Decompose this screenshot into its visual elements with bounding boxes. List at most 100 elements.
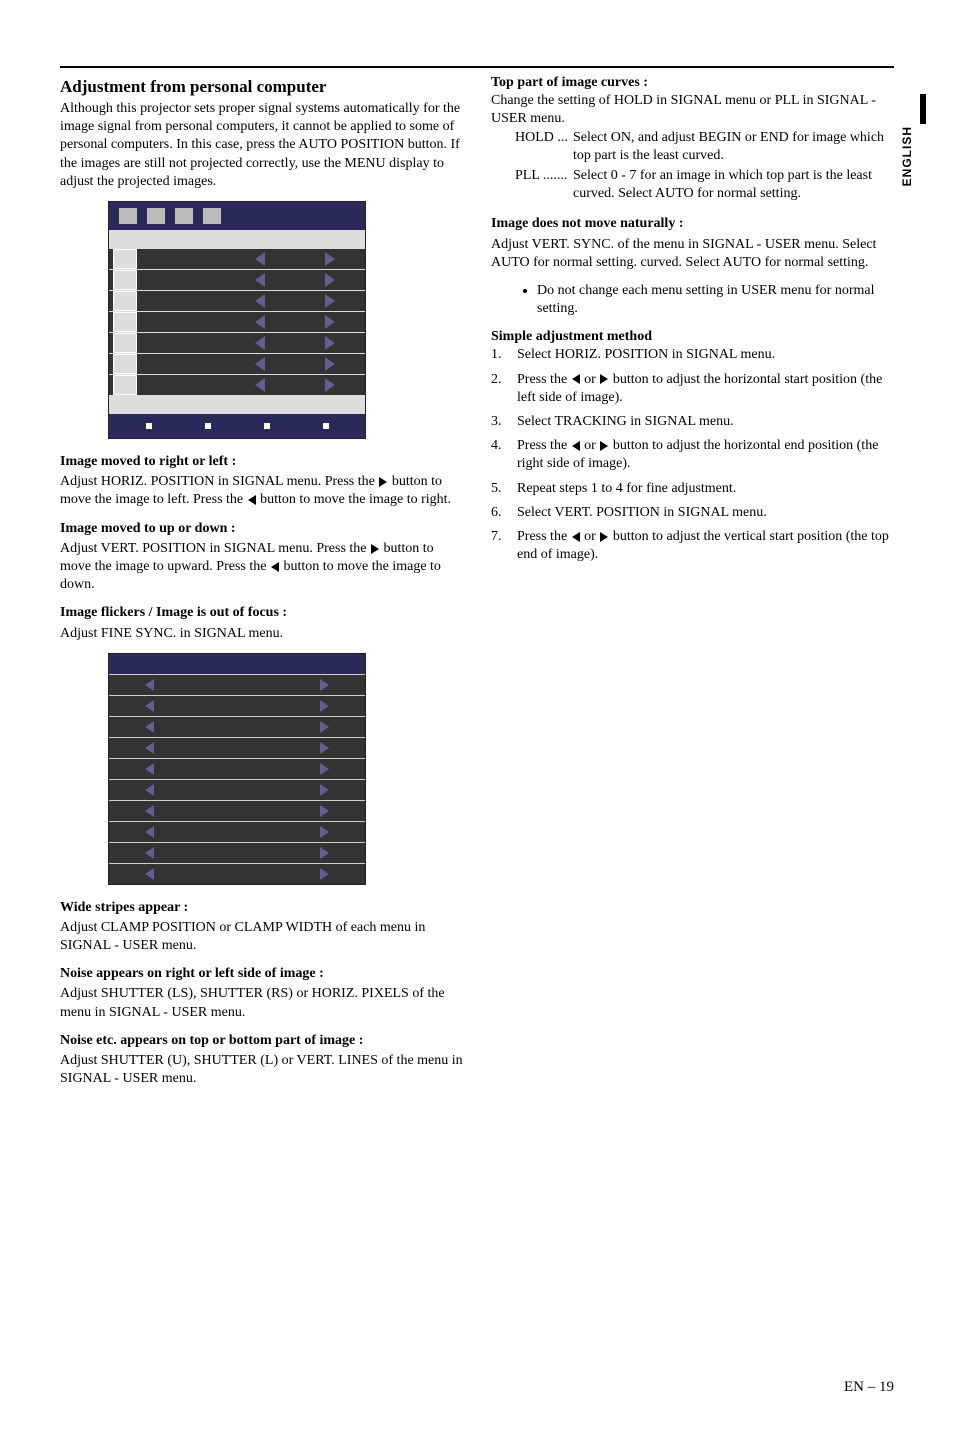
subsection-body: Adjust SHUTTER (U), SHUTTER (L) or VERT.… bbox=[60, 1052, 463, 1088]
menu-row-icon bbox=[113, 249, 137, 269]
right-arrow-icon bbox=[320, 763, 329, 775]
right-arrow-icon bbox=[320, 742, 329, 754]
right-arrow-icon bbox=[320, 784, 329, 796]
language-label: ENGLISH bbox=[900, 126, 916, 186]
right-arrow-icon bbox=[320, 826, 329, 838]
subsection-heading: Wide stripes appear : bbox=[60, 899, 463, 917]
nav-dot-icon bbox=[323, 423, 329, 429]
left-arrow-icon bbox=[255, 378, 265, 392]
left-arrow-icon bbox=[145, 763, 154, 775]
left-arrow-icon bbox=[145, 826, 154, 838]
nav-dot-icon bbox=[205, 423, 211, 429]
subsection-heading: Top part of image curves : bbox=[491, 74, 894, 92]
subsection-body: Adjust SHUTTER (LS), SHUTTER (RS) or HOR… bbox=[60, 985, 463, 1021]
right-arrow-icon bbox=[320, 679, 329, 691]
menu-tab-icon bbox=[119, 208, 137, 224]
note-list: Do not change each menu setting in USER … bbox=[491, 282, 894, 318]
left-arrow-icon bbox=[255, 273, 265, 287]
step-text: Repeat steps 1 to 4 for fine adjustment. bbox=[517, 480, 736, 498]
right-arrow-icon bbox=[325, 294, 335, 308]
right-arrow-icon bbox=[371, 544, 379, 554]
right-arrow-icon bbox=[325, 378, 335, 392]
subsection-heading: Noise appears on right or left side of i… bbox=[60, 965, 463, 983]
left-arrow-icon bbox=[145, 805, 154, 817]
left-arrow-icon bbox=[145, 700, 154, 712]
right-arrow-icon bbox=[320, 700, 329, 712]
left-arrow-icon bbox=[255, 294, 265, 308]
section-title: Adjustment from personal computer bbox=[60, 76, 463, 98]
step-text: Select TRACKING in SIGNAL menu. bbox=[517, 413, 734, 431]
right-arrow-icon bbox=[325, 273, 335, 287]
menu-row-icon bbox=[113, 312, 137, 332]
subsection-body: Adjust CLAMP POSITION or CLAMP WIDTH of … bbox=[60, 919, 463, 955]
steps-list: 1.Select HORIZ. POSITION in SIGNAL menu.… bbox=[491, 346, 894, 564]
nav-dot-icon bbox=[264, 423, 270, 429]
dl-definition: Select 0 - 7 for an image in which top p… bbox=[573, 167, 894, 203]
left-arrow-icon bbox=[145, 742, 154, 754]
right-arrow-icon bbox=[320, 868, 329, 880]
left-arrow-icon bbox=[572, 532, 580, 542]
menu-row-icon bbox=[113, 270, 137, 290]
subsection-body: Adjust VERT. POSITION in SIGNAL menu. Pr… bbox=[60, 540, 463, 595]
step-number: 2. bbox=[491, 371, 509, 407]
step-item: 3. Select TRACKING in SIGNAL menu. bbox=[491, 413, 894, 431]
right-arrow-icon bbox=[325, 357, 335, 371]
menu-row-icon bbox=[113, 354, 137, 374]
dl-definition: Select ON, and adjust BEGIN or END for i… bbox=[573, 129, 894, 165]
left-arrow-icon bbox=[145, 868, 154, 880]
right-arrow-icon bbox=[325, 315, 335, 329]
menu-row-icon bbox=[113, 291, 137, 311]
menu-row-icon bbox=[113, 375, 137, 395]
left-arrow-icon bbox=[255, 336, 265, 350]
dl-term: HOLD ... bbox=[515, 129, 573, 165]
right-arrow-icon bbox=[379, 477, 387, 487]
definition-list: HOLD ... Select ON, and adjust BEGIN or … bbox=[515, 129, 894, 204]
menu-row-icon bbox=[113, 333, 137, 353]
step-number: 5. bbox=[491, 480, 509, 498]
dl-term: PLL ....... bbox=[515, 167, 573, 203]
right-arrow-icon bbox=[320, 721, 329, 733]
subsection-heading: Noise etc. appears on top or bottom part… bbox=[60, 1032, 463, 1050]
left-arrow-icon bbox=[145, 679, 154, 691]
subsection-heading: Image does not move naturally : bbox=[491, 215, 894, 233]
step-item: 4.Press the or button to adjust the hori… bbox=[491, 437, 894, 473]
subsection-heading: Image moved to right or left : bbox=[60, 453, 463, 471]
subsection-body: Adjust FINE SYNC. in SIGNAL menu. bbox=[60, 625, 463, 643]
step-text: Press the or button to adjust the horizo… bbox=[517, 437, 894, 473]
section-divider bbox=[60, 66, 894, 68]
left-arrow-icon bbox=[572, 374, 580, 384]
right-arrow-icon bbox=[325, 252, 335, 266]
step-item: 1.Select HORIZ. POSITION in SIGNAL menu. bbox=[491, 346, 894, 364]
menu-tab-icon bbox=[175, 208, 193, 224]
note-item: Do not change each menu setting in USER … bbox=[537, 282, 894, 318]
left-arrow-icon bbox=[248, 495, 256, 505]
left-arrow-icon bbox=[255, 315, 265, 329]
right-arrow-icon bbox=[320, 847, 329, 859]
left-arrow-icon bbox=[145, 784, 154, 796]
step-item: 2.Press the or button to adjust the hori… bbox=[491, 371, 894, 407]
right-arrow-icon bbox=[600, 374, 608, 384]
menu-tab-icon bbox=[203, 208, 221, 224]
step-text: Press the or button to adjust the vertic… bbox=[517, 528, 894, 564]
step-text: Select VERT. POSITION in SIGNAL menu. bbox=[517, 504, 767, 522]
menu-tab-icon bbox=[147, 208, 165, 224]
left-arrow-icon bbox=[145, 721, 154, 733]
step-item: 5. Repeat steps 1 to 4 for fine adjustmen… bbox=[491, 480, 894, 498]
side-accent-bar bbox=[920, 94, 926, 124]
right-arrow-icon bbox=[325, 336, 335, 350]
page-number: EN – 19 bbox=[60, 1378, 894, 1398]
step-number: 3. bbox=[491, 413, 509, 431]
subsection-heading: Image flickers / Image is out of focus : bbox=[60, 604, 463, 622]
subsection-body: Adjust VERT. SYNC. of the menu in SIGNAL… bbox=[491, 236, 894, 272]
right-arrow-icon bbox=[600, 532, 608, 542]
subsection-heading: Image moved to up or down : bbox=[60, 520, 463, 538]
subsection-body: Change the setting of HOLD in SIGNAL men… bbox=[491, 92, 894, 128]
subsection-body: Adjust HORIZ. POSITION in SIGNAL menu. P… bbox=[60, 473, 463, 509]
intro-paragraph: Although this projector sets proper sign… bbox=[60, 100, 463, 191]
signal-menu-illustration bbox=[108, 201, 366, 439]
left-arrow-icon bbox=[255, 357, 265, 371]
right-arrow-icon bbox=[320, 805, 329, 817]
step-item: 6.Select VERT. POSITION in SIGNAL menu. bbox=[491, 504, 894, 522]
step-number: 7. bbox=[491, 528, 509, 564]
subsection-heading: Simple adjustment method bbox=[491, 328, 894, 346]
